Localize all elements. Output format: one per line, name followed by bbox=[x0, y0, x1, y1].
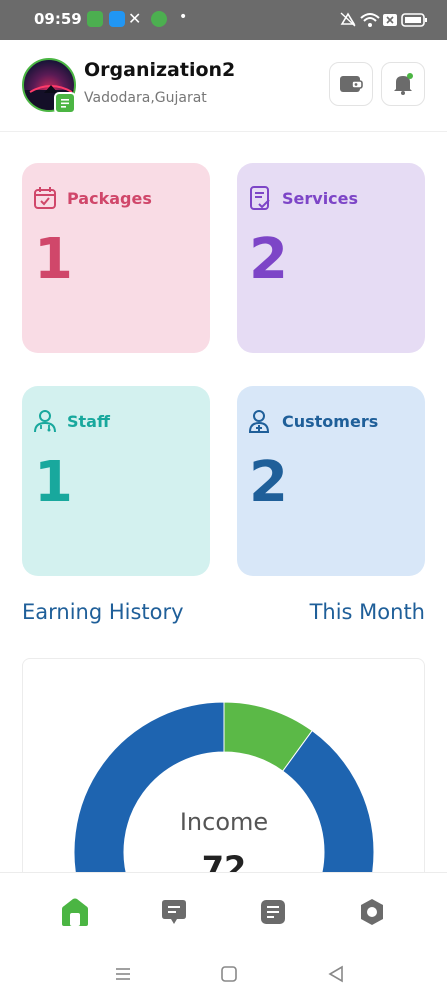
customers-count: 2 bbox=[249, 450, 288, 515]
app-notification-icon bbox=[109, 11, 125, 27]
accessibility-icon: ✕ bbox=[128, 9, 142, 28]
services-label: Services bbox=[282, 189, 359, 208]
services-card[interactable]: Services 2 bbox=[237, 163, 425, 353]
home-button[interactable] bbox=[219, 964, 239, 984]
back-button[interactable] bbox=[326, 964, 346, 984]
wallet-icon bbox=[340, 76, 363, 92]
bottom-navigation bbox=[0, 872, 447, 950]
notifications-button[interactable] bbox=[381, 62, 425, 106]
earning-history-title: Earning History bbox=[22, 600, 184, 624]
nav-home[interactable] bbox=[59, 895, 91, 929]
services-count: 2 bbox=[249, 227, 288, 292]
status-time: 09:59 bbox=[34, 10, 82, 28]
customers-label: Customers bbox=[282, 412, 379, 431]
menu-icon bbox=[116, 968, 130, 980]
staff-card[interactable]: Staff 1 bbox=[22, 386, 210, 576]
status-right-icons bbox=[339, 10, 429, 34]
settings-icon bbox=[361, 899, 383, 925]
system-navigation-bar bbox=[0, 950, 447, 1000]
home-icon bbox=[62, 898, 88, 926]
doctor-icon bbox=[34, 410, 56, 433]
organization-badge-icon bbox=[54, 92, 76, 114]
staff-count: 1 bbox=[34, 450, 73, 515]
chart-center-label: Income bbox=[180, 808, 268, 836]
document-check-icon bbox=[250, 186, 270, 210]
user-add-icon bbox=[248, 410, 270, 433]
income-donut-chart: Income 72 bbox=[73, 701, 375, 897]
nav-messages[interactable] bbox=[158, 895, 190, 929]
nav-settings[interactable] bbox=[356, 895, 388, 929]
packages-count: 1 bbox=[34, 227, 73, 292]
customers-card[interactable]: Customers 2 bbox=[237, 386, 425, 576]
recent-apps-button[interactable] bbox=[113, 964, 133, 984]
system-status-icon bbox=[340, 12, 427, 27]
shield-icon bbox=[151, 11, 167, 27]
status-bar: 09:59 ✕ • bbox=[0, 0, 447, 40]
packages-label: Packages bbox=[67, 189, 152, 208]
packages-card[interactable]: Packages 1 bbox=[22, 163, 210, 353]
period-selector[interactable]: This Month bbox=[310, 600, 425, 624]
bell-icon bbox=[394, 73, 413, 95]
dot-icon: • bbox=[179, 9, 188, 25]
back-icon bbox=[328, 965, 343, 983]
calendar-check-icon bbox=[34, 187, 56, 209]
app-notification-icon bbox=[87, 11, 103, 27]
chat-icon bbox=[162, 900, 186, 924]
header: Organization2 Vadodara,Gujarat bbox=[0, 40, 447, 132]
square-icon bbox=[221, 966, 237, 982]
wallet-button[interactable] bbox=[329, 62, 373, 106]
organization-location: Vadodara,Gujarat bbox=[84, 90, 207, 106]
organization-name: Organization2 bbox=[84, 59, 236, 81]
nav-reports[interactable] bbox=[257, 895, 289, 929]
earning-chart-card: Income 72 bbox=[22, 658, 425, 898]
list-icon bbox=[261, 900, 285, 924]
staff-label: Staff bbox=[67, 412, 110, 431]
